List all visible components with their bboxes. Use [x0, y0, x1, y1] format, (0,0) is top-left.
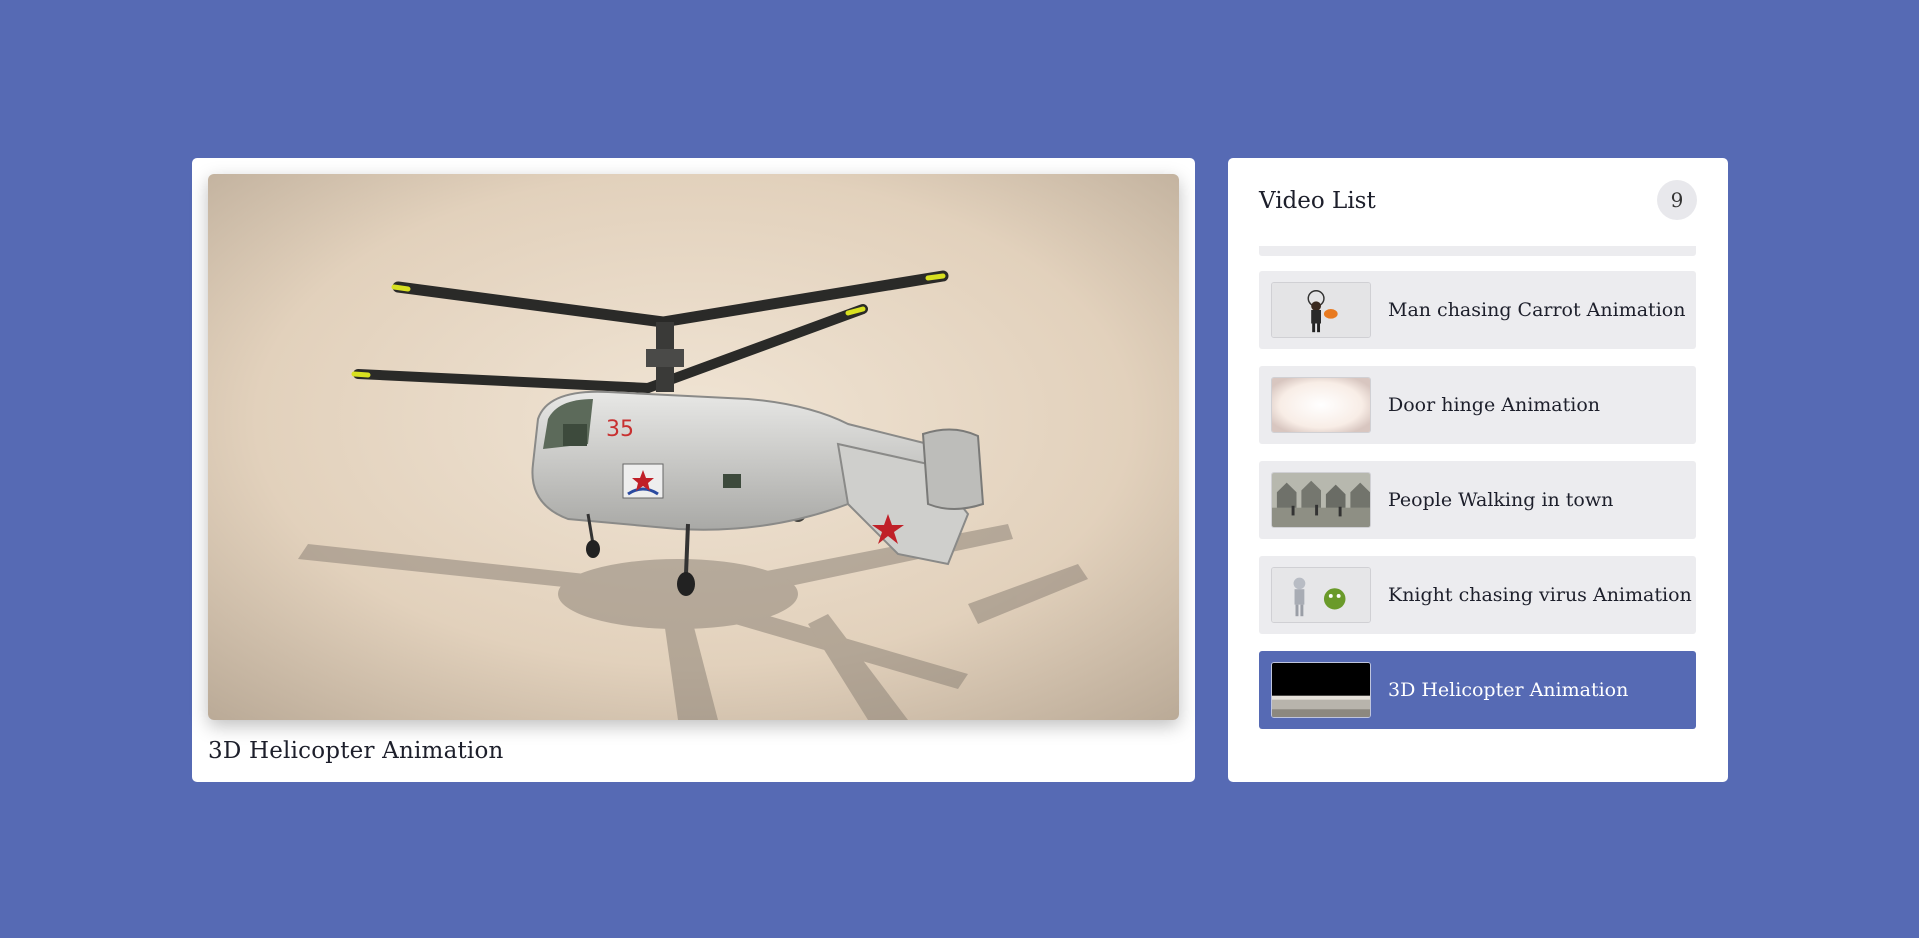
video-list-item[interactable]: Door hinge Animation: [1259, 366, 1696, 444]
video-list-item[interactable]: Knight chasing virus Animation: [1259, 556, 1696, 634]
video-list-item-label: Man chasing Carrot Animation: [1388, 299, 1686, 321]
video-list-item-label: 3D Helicopter Animation: [1388, 679, 1629, 701]
video-player[interactable]: 35: [208, 174, 1179, 720]
video-list-item-label: People Walking in town: [1388, 489, 1614, 511]
helicopter-number: 35: [606, 417, 634, 442]
video-list-item-active[interactable]: 3D Helicopter Animation: [1259, 651, 1696, 729]
video-list-panel: Video List 9 Man chasing Carrot Animatio…: [1228, 158, 1728, 782]
video-list-header: Video List 9: [1259, 180, 1697, 224]
knight-virus-thumbnail: [1271, 567, 1371, 623]
current-video-title: 3D Helicopter Animation: [208, 738, 504, 764]
list-item-partial[interactable]: [1259, 246, 1696, 256]
video-list-title: Video List: [1259, 188, 1376, 214]
door-hinge-thumbnail: [1271, 377, 1371, 433]
video-count-badge: 9: [1657, 180, 1697, 220]
main-video-card: 35 3D Helicopter Animation: [192, 158, 1195, 782]
people-town-thumbnail: [1271, 472, 1371, 528]
video-list-item-label: Knight chasing virus Animation: [1388, 584, 1692, 606]
video-list-item[interactable]: People Walking in town: [1259, 461, 1696, 539]
helicopter-video-frame: 35: [208, 174, 1179, 720]
video-list-scroll[interactable]: Man chasing Carrot Animation Door hinge …: [1259, 246, 1696, 746]
page: 35 3D Helicopter Animation Video List 9: [0, 0, 1919, 938]
video-list-item[interactable]: Man chasing Carrot Animation: [1259, 271, 1696, 349]
man-carrot-thumbnail: [1271, 282, 1371, 338]
video-list-item-label: Door hinge Animation: [1388, 394, 1600, 416]
helicopter-thumbnail: [1271, 662, 1371, 718]
